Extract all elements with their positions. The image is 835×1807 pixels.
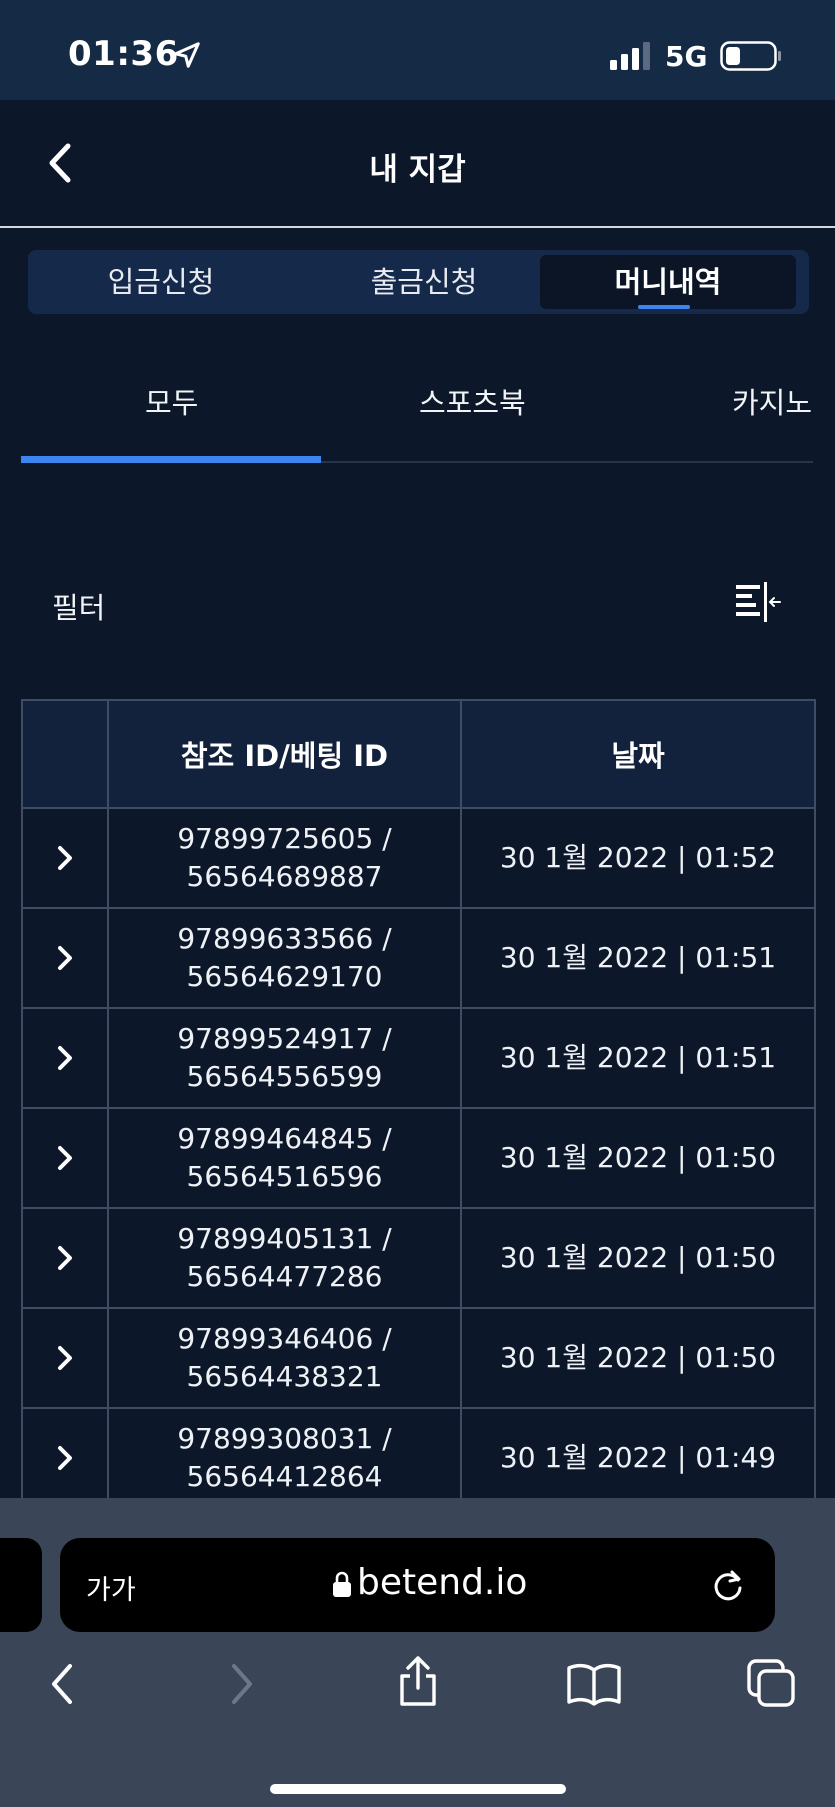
table-row[interactable]: 97899524917 / 56564556599 30 1월 2022 | 01…	[21, 1007, 816, 1109]
ref-id: 97899405131 /	[177, 1222, 392, 1255]
row-date: 30 1월 2022 | 01:50	[460, 1107, 816, 1209]
chevron-right-icon[interactable]	[53, 1242, 77, 1274]
sub-tab-casino[interactable]: 카지노	[732, 380, 812, 422]
address-bar[interactable]: 가가 betend.io	[60, 1538, 775, 1632]
browser-toolbar: 가가 betend.io	[0, 1498, 835, 1807]
battery-icon	[720, 41, 781, 71]
tab-withdraw[interactable]: 출금신청	[296, 255, 552, 309]
chevron-right-icon[interactable]	[53, 1142, 77, 1174]
table-row[interactable]: 97899464845 / 56564516596 30 1월 2022 | 01…	[21, 1107, 816, 1209]
row-date: 30 1월 2022 | 01:51	[460, 1007, 816, 1109]
row-reference-cell: 97899405131 / 56564477286	[107, 1207, 462, 1309]
cellular-signal-icon	[610, 42, 650, 70]
location-arrow-icon	[174, 42, 200, 68]
ref-id: 97899346406 /	[177, 1322, 392, 1355]
bet-id: 56564438321	[186, 1360, 383, 1393]
previous-tab-preview[interactable]	[0, 1538, 42, 1632]
chevron-right-icon[interactable]	[53, 1342, 77, 1374]
row-date: 30 1월 2022 | 01:51	[460, 907, 816, 1009]
table-row[interactable]: 97899346406 / 56564438321 30 1월 2022 | 01…	[21, 1307, 816, 1409]
bet-id: 56564412864	[186, 1460, 383, 1493]
ref-id: 97899464845 /	[177, 1122, 392, 1155]
bet-id: 56564629170	[186, 960, 383, 993]
home-indicator	[270, 1784, 566, 1794]
filter-label: 필터	[52, 591, 106, 625]
url-text[interactable]: betend.io	[357, 1562, 527, 1603]
network-type: 5G	[665, 40, 708, 73]
browser-forward-icon[interactable]	[228, 1660, 258, 1708]
bet-id: 56564477286	[186, 1260, 383, 1293]
sub-tab-all[interactable]: 모두	[145, 380, 198, 422]
row-expand-button[interactable]	[21, 1207, 109, 1309]
row-expand-button[interactable]	[21, 907, 109, 1009]
tabs-icon[interactable]	[746, 1658, 796, 1708]
ref-id: 97899633566 /	[177, 922, 392, 955]
lock-icon	[333, 1571, 351, 1597]
sub-tabs: 모두 스포츠북 카지노	[21, 360, 813, 464]
row-reference-cell: 97899725605 / 56564689887	[107, 807, 462, 909]
bet-id: 56564689887	[186, 860, 383, 893]
header-expand-column	[21, 699, 109, 809]
table-header-row: 참조 ID/베팅 ID 날짜	[21, 699, 816, 809]
chevron-right-icon[interactable]	[53, 1442, 77, 1474]
bet-id: 56564556599	[186, 1060, 383, 1093]
segment-tabs: 입금신청 출금신청 머니내역	[28, 250, 809, 314]
chevron-right-icon[interactable]	[53, 942, 77, 974]
table-row[interactable]: 97899725605 / 56564689887 30 1월 2022 | 01…	[21, 807, 816, 909]
row-date: 30 1월 2022 | 01:50	[460, 1307, 816, 1409]
share-icon[interactable]	[396, 1654, 440, 1708]
ref-id: 97899725605 /	[177, 822, 392, 855]
tab-deposit[interactable]: 입금신청	[33, 255, 289, 309]
chevron-right-icon[interactable]	[53, 1042, 77, 1074]
text-size-button[interactable]: 가가	[86, 1568, 136, 1607]
bet-id: 56564516596	[186, 1160, 383, 1193]
tab-money-history[interactable]: 머니내역	[540, 255, 796, 309]
header-reference-id: 참조 ID/베팅 ID	[107, 699, 462, 809]
header-date: 날짜	[460, 699, 816, 809]
sub-tab-sportsbook[interactable]: 스포츠북	[419, 380, 526, 422]
reload-icon[interactable]	[710, 1566, 746, 1604]
table-row[interactable]: 97899308031 / 56564412864 30 1월 2022 | 01…	[21, 1407, 816, 1509]
table-row[interactable]: 97899405131 / 56564477286 30 1월 2022 | 01…	[21, 1207, 816, 1309]
table-row[interactable]: 97899633566 / 56564629170 30 1월 2022 | 01…	[21, 907, 816, 1009]
row-date: 30 1월 2022 | 01:52	[460, 807, 816, 909]
row-reference-cell: 97899346406 / 56564438321	[107, 1307, 462, 1409]
browser-back-icon[interactable]	[46, 1660, 76, 1708]
row-reference-cell: 97899464845 / 56564516596	[107, 1107, 462, 1209]
row-reference-cell: 97899308031 / 56564412864	[107, 1407, 462, 1509]
row-expand-button[interactable]	[21, 1307, 109, 1409]
status-time: 01:36	[68, 34, 179, 74]
row-date: 30 1월 2022 | 01:50	[460, 1207, 816, 1309]
row-date: 30 1월 2022 | 01:49	[460, 1407, 816, 1509]
active-tab-underline	[638, 305, 690, 309]
page-title: 내 지갑	[369, 152, 466, 188]
ref-id: 97899308031 /	[177, 1422, 392, 1455]
book-icon[interactable]	[566, 1662, 622, 1706]
filter-collapse-icon[interactable]	[734, 580, 782, 626]
row-expand-button[interactable]	[21, 1407, 109, 1509]
money-history-table: 참조 ID/베팅 ID 날짜 97899725605 / 56564689887 …	[21, 699, 816, 1509]
row-reference-cell: 97899633566 / 56564629170	[107, 907, 462, 1009]
row-expand-button[interactable]	[21, 1007, 109, 1109]
row-expand-button[interactable]	[21, 807, 109, 909]
row-expand-button[interactable]	[21, 1107, 109, 1209]
ref-id: 97899524917 /	[177, 1022, 392, 1055]
status-bar: 01:36 5G	[0, 0, 835, 100]
row-reference-cell: 97899524917 / 56564556599	[107, 1007, 462, 1109]
app-header: 내 지갑	[0, 100, 835, 228]
chevron-right-icon[interactable]	[53, 842, 77, 874]
sub-tab-active-indicator	[21, 456, 321, 463]
